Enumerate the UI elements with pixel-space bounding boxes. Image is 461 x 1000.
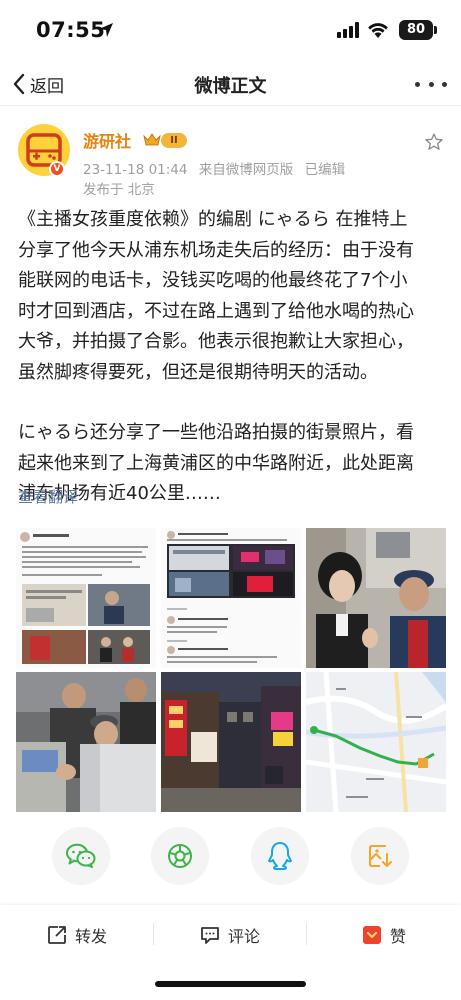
save-image-button[interactable] xyxy=(351,827,409,885)
text-line: にゃるら还分享了一些他沿路拍摄的街景照片，看 xyxy=(18,422,414,443)
comment-label: 评论 xyxy=(228,927,261,946)
text-line: 分享了他今天从浦东机场走失后的经历：由于没有 xyxy=(18,239,414,261)
text-line: 能联网的电话卡，没钱买吃喝的他最终花了7个小 xyxy=(18,270,408,291)
street-photo-image xyxy=(16,672,156,812)
post-location: 发布于 北京 xyxy=(83,182,155,198)
night-street-photo[interactable] xyxy=(161,672,301,812)
crown-icon xyxy=(143,133,161,146)
more-dot-icon xyxy=(442,81,447,87)
battery-tip xyxy=(434,26,437,34)
action-divider xyxy=(306,923,307,945)
wechat-icon xyxy=(66,843,96,868)
image-grid xyxy=(16,528,446,813)
more-options-button[interactable] xyxy=(415,70,447,98)
wifi-icon xyxy=(368,23,388,38)
tweet-screenshot-image xyxy=(161,528,301,668)
text-line: 《主播女孩重度依赖》的编剧 にゃるら 在推特上 xyxy=(18,209,408,230)
post-meta: 23-11-18 01:44 来自微博网页版 已编辑 xyxy=(83,158,352,178)
status-bar: 07:55 80 xyxy=(0,0,461,62)
more-dot-icon xyxy=(428,81,434,87)
selfie-photo[interactable] xyxy=(306,528,446,668)
tweet-screenshot-image xyxy=(16,528,156,668)
qq-icon xyxy=(268,842,292,870)
text-line: 浦东机场有近40公里…… xyxy=(18,483,221,504)
share-moments-button[interactable] xyxy=(151,827,209,885)
like-label: 赞 xyxy=(390,927,407,946)
text-line: 大爷，并拍摄了合影。他表示很抱歉让大家担心， xyxy=(18,331,414,352)
status-time: 07:55 xyxy=(36,18,106,42)
author-name[interactable]: 游研社 xyxy=(83,128,131,152)
post-edited: 已编辑 xyxy=(304,162,346,178)
battery-indicator: 80 xyxy=(399,20,433,40)
nav-bar: 返回 微博正文 xyxy=(0,62,461,106)
comment-icon xyxy=(201,927,219,944)
like-button[interactable]: 赞 xyxy=(362,921,406,949)
verified-badge: V xyxy=(49,161,65,177)
repost-button[interactable]: 转发 xyxy=(47,921,107,949)
moments-icon xyxy=(168,844,192,868)
more-dot-icon xyxy=(415,81,420,87)
post-source: 来自微博网页版 xyxy=(198,162,294,178)
post-text: 《主播女孩重度依赖》的编剧 にゃるら 在推特上 分享了他今天从浦东机场走失后的经… xyxy=(18,205,448,510)
tweet-screenshot-2[interactable] xyxy=(161,528,301,668)
share-row xyxy=(0,827,461,889)
location-arrow-icon xyxy=(99,23,113,37)
translate-link[interactable]: 查看翻译 xyxy=(18,486,78,507)
share-qq-button[interactable] xyxy=(251,827,309,885)
text-line: 时才回到酒店，不过在路上遇到了给他水喝的热心 xyxy=(18,300,414,322)
text-line: 起来他来到了上海黄浦区的中华路附近，此处距离 xyxy=(18,452,414,474)
repost-icon xyxy=(48,926,66,944)
post-date: 23-11-18 01:44 xyxy=(83,162,188,178)
comment-button[interactable]: 评论 xyxy=(200,921,260,949)
map-image xyxy=(306,672,446,812)
favorite-star-icon[interactable] xyxy=(424,132,444,152)
map-screenshot[interactable] xyxy=(306,672,446,812)
save-image-icon xyxy=(369,845,392,867)
home-indicator xyxy=(155,981,306,987)
night-street-image xyxy=(161,672,301,812)
repost-label: 转发 xyxy=(75,927,108,946)
tweet-screenshot-1[interactable] xyxy=(16,528,156,668)
text-line: 虽然脚疼得要死，但还是很期待明天的活动。 xyxy=(18,361,378,383)
share-wechat-button[interactable] xyxy=(52,827,110,885)
street-photo-men[interactable] xyxy=(16,672,156,812)
post-header: V 游研社 II 23-11-18 01:44 来自微博网页版 已编辑 发布于 … xyxy=(0,122,461,202)
level-badge: II xyxy=(161,133,187,148)
action-divider xyxy=(153,923,154,945)
page-title: 微博正文 xyxy=(194,76,267,97)
selfie-photo-image xyxy=(306,528,446,668)
cellular-signal-icon xyxy=(337,22,359,38)
like-icon xyxy=(363,926,381,944)
